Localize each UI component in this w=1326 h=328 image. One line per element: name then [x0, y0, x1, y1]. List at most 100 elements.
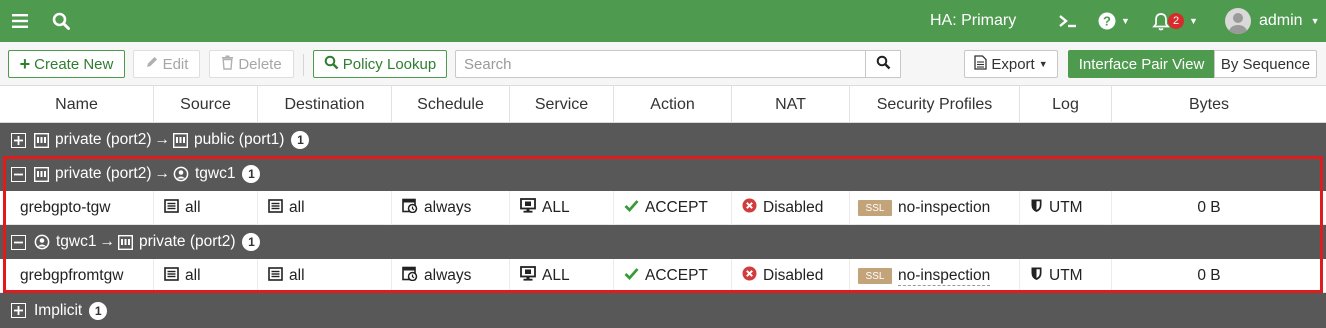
bytes-cell: 0 B: [1197, 267, 1221, 284]
notifications-menu[interactable]: 2 ▼: [1152, 0, 1198, 42]
search-icon[interactable]: [52, 0, 70, 42]
chevron-down-icon: ▼: [1121, 16, 1130, 26]
chevron-down-icon: ▼: [1310, 16, 1320, 26]
ssl-inspection-icon: SSL: [858, 200, 892, 216]
implicit-policy-group[interactable]: Implicit 1: [0, 293, 1326, 328]
schedule-cell[interactable]: always: [392, 259, 510, 293]
action-cell: ACCEPT: [614, 259, 732, 293]
nat-cell: Disabled: [732, 259, 850, 293]
bytes-cell: 0 B: [1197, 199, 1221, 216]
policy-lookup-button[interactable]: Policy Lookup: [313, 50, 447, 78]
source-cell[interactable]: all: [154, 191, 258, 225]
checkmark-icon: [624, 267, 639, 285]
search-input[interactable]: [455, 50, 866, 78]
source-interface: private (port2): [55, 131, 152, 148]
chevron-down-icon: ▼: [1038, 59, 1048, 69]
policy-count-badge: 1: [291, 131, 310, 149]
policy-name[interactable]: grebgpto-tgw: [0, 191, 154, 225]
column-header-source[interactable]: Source: [154, 86, 258, 123]
disabled-icon: [742, 266, 757, 286]
policy-count-badge: 1: [242, 233, 261, 251]
edit-button[interactable]: Edit: [133, 50, 200, 78]
address-icon: [268, 266, 283, 286]
column-header-service[interactable]: Service: [510, 86, 614, 123]
column-header-name[interactable]: Name: [0, 86, 154, 123]
network-interface-icon: [118, 234, 133, 250]
log-cell: UTM: [1020, 259, 1112, 293]
search-icon: [324, 55, 339, 74]
document-icon: [974, 54, 988, 74]
cli-console-icon[interactable]: [1058, 0, 1078, 42]
table-row[interactable]: grebgpfromtgw all all always ALL ACCEPT …: [0, 259, 1326, 293]
arrow: →: [154, 131, 170, 148]
help-menu[interactable]: ? ▼: [1098, 0, 1130, 42]
collapse-icon[interactable]: [11, 234, 26, 250]
trash-icon: [221, 55, 234, 74]
arrow: →: [99, 233, 116, 250]
username: admin: [1259, 12, 1303, 29]
expand-icon[interactable]: [11, 303, 26, 318]
notification-badge: 2: [1168, 13, 1184, 29]
shield-icon: [1030, 198, 1043, 218]
collapse-icon[interactable]: [11, 166, 26, 182]
vpn-tunnel-icon: [34, 234, 50, 250]
service-icon: [520, 198, 536, 218]
schedule-cell[interactable]: always: [392, 191, 510, 225]
plus-icon: +: [19, 54, 31, 74]
destination-interface: tgwc1: [194, 165, 236, 182]
top-navigation-bar: HA: Primary ? ▼ 2 ▼ admin ▼: [0, 0, 1326, 42]
nat-cell: Disabled: [732, 191, 850, 225]
toolbar-divider: [303, 54, 304, 76]
interface-pair-group[interactable]: private (port2) → public (port1) 1: [0, 123, 1326, 157]
schedule-icon: [402, 266, 418, 286]
create-new-button[interactable]: + Create New: [8, 50, 125, 78]
avatar: [1225, 8, 1251, 34]
column-header-log[interactable]: Log: [1020, 86, 1112, 123]
address-icon: [164, 198, 179, 218]
destination-interface: public (port1): [193, 131, 285, 148]
group-label: Implicit: [34, 301, 83, 319]
security-profiles-cell[interactable]: SSL no-inspection: [850, 191, 1020, 225]
policy-toolbar: + Create New Edit Delete Policy Lookup E…: [0, 42, 1326, 86]
network-interface-icon: [34, 166, 49, 182]
by-sequence-button[interactable]: By Sequence: [1214, 50, 1317, 78]
table-header: Name Source Destination Schedule Service…: [0, 86, 1326, 123]
ssl-profile-name: no-inspection: [898, 266, 991, 286]
chevron-down-icon: ▼: [1189, 16, 1198, 26]
column-header-bytes[interactable]: Bytes: [1112, 86, 1306, 123]
column-header-schedule[interactable]: Schedule: [392, 86, 510, 123]
interface-pair-group[interactable]: tgwc1 → private (port2) 1: [0, 225, 1326, 259]
destination-interface: private (port2): [139, 233, 236, 250]
table-row[interactable]: grebgpto-tgw all all always ALL ACCEPT D…: [0, 191, 1326, 225]
service-cell[interactable]: ALL: [510, 259, 614, 293]
user-menu[interactable]: admin ▼: [1225, 0, 1320, 42]
address-icon: [164, 266, 179, 286]
ssl-inspection-icon: SSL: [858, 268, 892, 284]
policy-count-badge: 1: [242, 165, 261, 183]
service-cell[interactable]: ALL: [510, 191, 614, 225]
column-header-nat[interactable]: NAT: [732, 86, 850, 123]
interface-pair-view-button[interactable]: Interface Pair View: [1068, 50, 1215, 78]
expand-icon[interactable]: [11, 132, 26, 148]
menu-icon[interactable]: [12, 0, 28, 42]
address-icon: [268, 198, 283, 218]
security-profiles-cell[interactable]: SSL no-inspection: [850, 259, 1020, 293]
svg-text:?: ?: [1103, 14, 1111, 29]
column-header-action[interactable]: Action: [614, 86, 732, 123]
log-cell: UTM: [1020, 191, 1112, 225]
source-cell[interactable]: all: [154, 259, 258, 293]
column-header-security-profiles[interactable]: Security Profiles: [850, 86, 1020, 123]
interface-pair-group[interactable]: private (port2) → tgwc1 1: [0, 157, 1326, 191]
arrow: →: [154, 165, 170, 182]
destination-cell[interactable]: all: [258, 191, 392, 225]
schedule-icon: [402, 198, 418, 218]
column-header-destination[interactable]: Destination: [258, 86, 392, 123]
pencil-icon: [145, 55, 159, 73]
destination-cell[interactable]: all: [258, 259, 392, 293]
ha-status: HA: Primary: [930, 12, 1017, 29]
policy-name[interactable]: grebgpfromtgw: [0, 259, 154, 293]
search-submit-button[interactable]: [865, 50, 901, 78]
delete-button[interactable]: Delete: [209, 50, 294, 78]
export-button[interactable]: Export ▼: [964, 50, 1058, 78]
action-cell: ACCEPT: [614, 191, 732, 225]
